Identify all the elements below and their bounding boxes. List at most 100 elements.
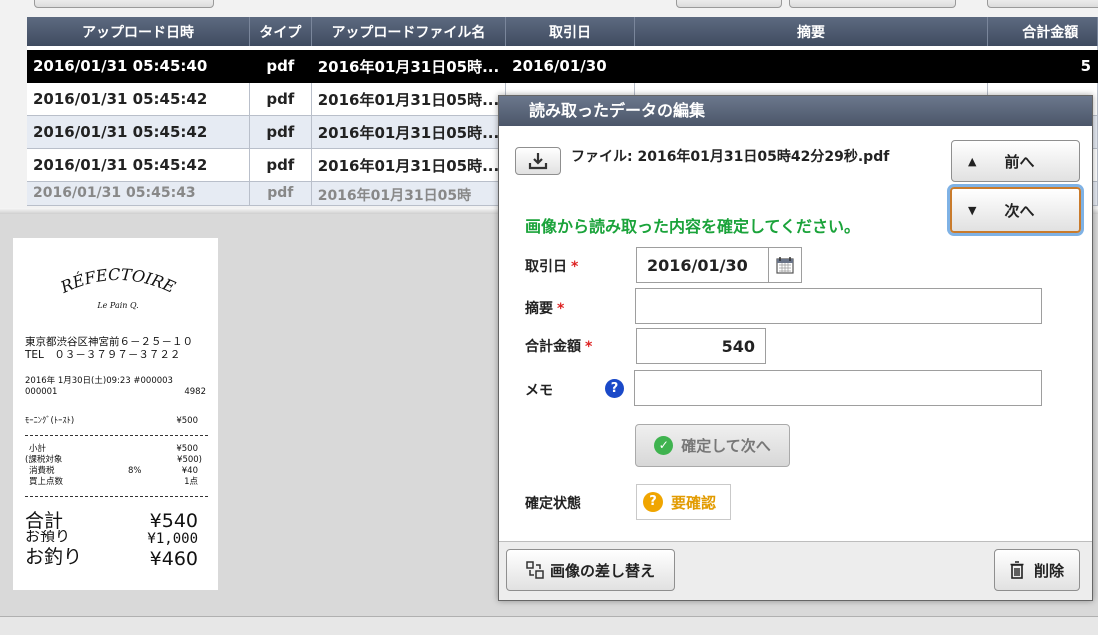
column-header-type[interactable]: タイプ <box>249 17 312 46</box>
replace-image-button[interactable]: 画像の差し替え <box>506 549 675 591</box>
cell-filename: 2016年01月31日05時... <box>311 148 507 182</box>
question-circle-icon: ? <box>643 492 663 512</box>
receipt-change-value: ¥460 <box>149 548 198 570</box>
cell-type: pdf <box>249 115 312 149</box>
receipt-image: RÉFECTOIRE Le Pain Q. 東京都渋谷区神宮前６－２５－１０ T… <box>13 238 218 590</box>
date-input[interactable]: 2016/01/30 <box>637 256 768 275</box>
download-button[interactable] <box>515 147 561 175</box>
date-label: 取引日 * <box>525 259 579 275</box>
summary-input[interactable] <box>635 288 1042 324</box>
cell-datetime: 2016/01/31 05:45:42 <box>27 82 250 116</box>
file-name-label: ファイル: 2016年01月31日05時42分29秒.pdf <box>571 149 890 165</box>
calendar-button[interactable] <box>768 248 801 282</box>
receipt-logo-text: RÉFECTOIRE <box>57 265 179 297</box>
required-mark: * <box>571 259 579 275</box>
receipt-divider <box>25 435 208 436</box>
receipt-item-price: ¥500 <box>176 416 198 426</box>
receipt-subtotal-value: ¥500 <box>176 444 198 454</box>
bottom-bar <box>0 616 1098 635</box>
summary-label: 摘要 * <box>525 301 565 317</box>
memo-label: メモ <box>525 383 553 399</box>
next-button[interactable]: ▼ 次へ <box>950 187 1081 233</box>
cell-datetime: 2016/01/31 05:45:42 <box>27 115 250 149</box>
cell-datetime: 2016/01/31 05:45:42 <box>27 148 250 182</box>
receipt-count-value: 1点 <box>184 477 198 487</box>
receipt-deposit-label: お預り <box>25 530 71 542</box>
required-mark: * <box>585 339 593 355</box>
column-header-upload-datetime[interactable]: アップロード日時 <box>27 17 250 46</box>
receipt-id-right: 4982 <box>184 387 206 397</box>
prev-button[interactable]: ▲ 前へ <box>951 140 1080 182</box>
toolbar-select[interactable] <box>789 0 956 8</box>
column-header-total-amount[interactable]: 合計金額 <box>987 17 1098 46</box>
receipt-tax-rate: 8% <box>128 466 142 476</box>
receipt-tax-label: 消費税 <box>29 466 55 476</box>
receipt-tel: TEL ０３－３７９７－３７２２ <box>25 349 181 361</box>
toolbar-button[interactable] <box>34 0 214 8</box>
cell-datetime: 2016/01/31 05:45:43 <box>27 181 250 206</box>
receipt-item-name: ﾓｰﾆﾝｸﾞ(ﾄｰｽﾄ) <box>25 416 75 426</box>
cell-type: pdf <box>249 148 312 182</box>
instruction-text: 画像から読み取った内容を確定してください。 <box>525 217 861 236</box>
cell-amount: 5 <box>987 50 1098 83</box>
cell-filename: 2016年01月31日05時 <box>311 181 507 206</box>
cell-filename: 2016年01月31日05時... <box>311 115 507 149</box>
svg-text:RÉFECTOIRE: RÉFECTOIRE <box>57 265 179 297</box>
confirm-next-button[interactable]: ✓ 確定して次へ <box>635 424 790 467</box>
memo-input[interactable] <box>634 370 1042 406</box>
triangle-down-icon: ▼ <box>968 203 977 217</box>
dialog-title: 読み取ったデータの編集 <box>499 96 1092 126</box>
triangle-up-icon: ▲ <box>968 154 977 168</box>
toolbar-input[interactable] <box>987 0 1098 8</box>
cell-summary <box>634 50 989 83</box>
receipt-datetime: 2016年 1月30日(土)09:23 #000003 <box>25 376 173 386</box>
receipt-logo-sub: Le Pain Q. <box>96 301 138 310</box>
receipt-total-label: 合計 <box>25 510 64 532</box>
check-circle-icon: ✓ <box>654 436 674 455</box>
amount-input[interactable]: 540 <box>636 328 766 364</box>
receipt-taxable-label: (課税対象 <box>25 455 63 465</box>
status-badge: ? 要確認 <box>636 484 731 520</box>
amount-label: 合計金額 * <box>525 339 593 355</box>
toolbar-select[interactable] <box>676 0 782 8</box>
cell-type: pdf <box>249 181 312 206</box>
date-field[interactable]: 2016/01/30 <box>636 247 802 283</box>
next-button-label: 次へ <box>1004 201 1035 220</box>
receipt-logo: RÉFECTOIRE Le Pain Q. <box>57 265 179 310</box>
status-value: 要確認 <box>671 493 717 512</box>
replace-image-label: 画像の差し替え <box>549 561 655 580</box>
cell-filename: 2016年01月31日05時... <box>311 82 507 116</box>
edit-dialog: 読み取ったデータの編集 ファイル: 2016年01月31日05時42分29秒.p… <box>498 95 1093 601</box>
receipt-subtotal-label: 小計 <box>29 444 47 454</box>
delete-label: 削除 <box>1033 561 1064 580</box>
replace-image-icon <box>526 561 544 579</box>
table-row[interactable]: 2016/01/31 05:45:40 pdf 2016年01月31日05時..… <box>27 50 1098 83</box>
cell-date: 2016/01/30 <box>505 50 635 83</box>
prev-button-label: 前へ <box>1004 152 1035 171</box>
receipt-count-label: 買上点数 <box>29 477 64 487</box>
column-header-transaction-date[interactable]: 取引日 <box>505 17 635 46</box>
receipt-tax-value: ¥40 <box>181 466 198 476</box>
receipt-change-label: お釣り <box>25 546 83 568</box>
column-header-filename[interactable]: アップロードファイル名 <box>311 17 507 46</box>
status-label: 確定状態 <box>525 496 581 512</box>
confirm-button-label: 確定して次へ <box>681 437 771 455</box>
receipt-address: 東京都渋谷区神宮前６－２５－１０ <box>25 336 193 348</box>
top-toolbar <box>0 0 1098 12</box>
dialog-footer: 画像の差し替え 削除 <box>499 541 1092 600</box>
receipt-divider <box>25 496 208 497</box>
receipt-total-value: ¥540 <box>149 510 198 532</box>
download-icon <box>528 153 548 170</box>
cell-type: pdf <box>249 82 312 116</box>
required-mark: * <box>557 301 565 317</box>
cell-filename: 2016年01月31日05時... <box>311 50 507 83</box>
receipt-id-left: 000001 <box>25 387 58 397</box>
cell-datetime: 2016/01/31 05:45:40 <box>27 50 250 83</box>
cell-type: pdf <box>249 50 312 83</box>
help-icon[interactable]: ? <box>605 379 624 398</box>
receipt-taxable-value: ¥500) <box>177 455 202 465</box>
trash-icon <box>1010 561 1024 579</box>
column-header-summary[interactable]: 摘要 <box>634 17 989 46</box>
delete-button[interactable]: 削除 <box>994 549 1080 591</box>
receipt-deposit-value: ¥1,000 <box>147 531 198 547</box>
